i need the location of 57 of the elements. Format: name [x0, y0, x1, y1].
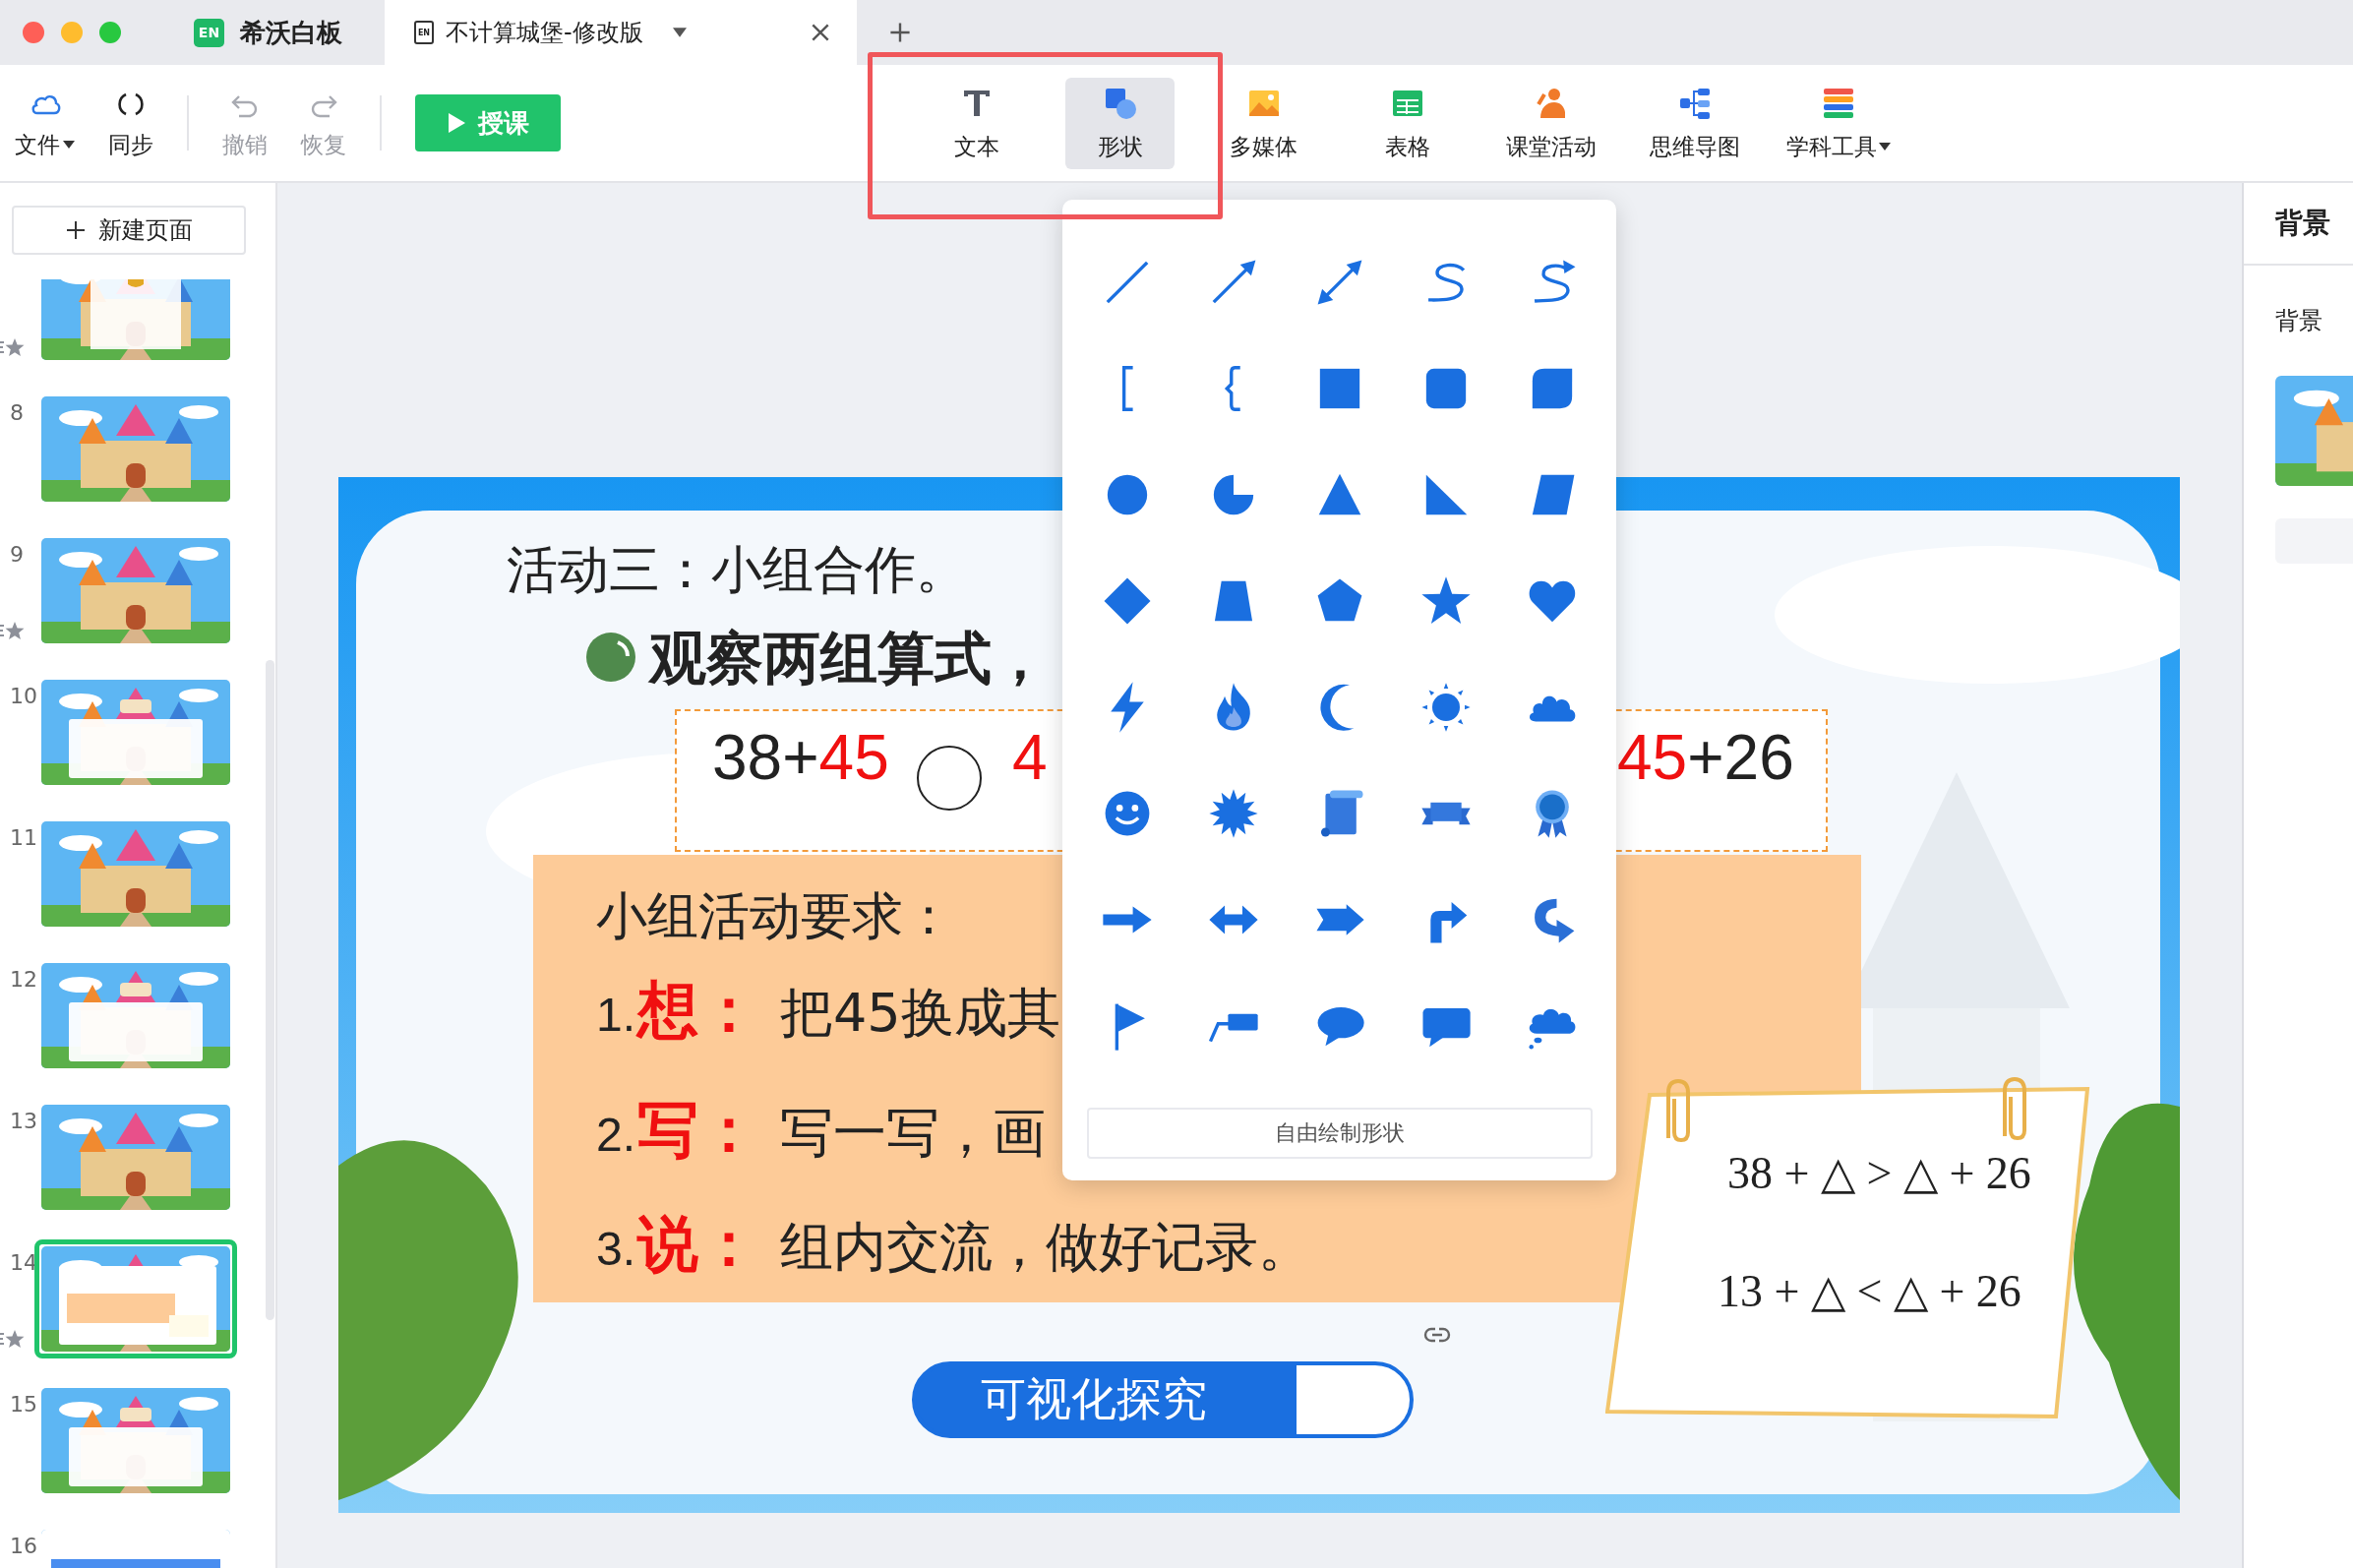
plus-icon [888, 21, 912, 44]
tool-button[interactable]: 形状 [1065, 77, 1175, 169]
scrollbar[interactable] [266, 660, 274, 1320]
slide-number: 11 [9, 825, 38, 850]
panel-title: 背景 [2244, 183, 2353, 266]
explore-button[interactable]: 可视化探究 [912, 1361, 1414, 1438]
window-control-button[interactable] [23, 22, 44, 43]
slide-number: 14 [9, 1250, 38, 1275]
slide-number: 8 [9, 400, 25, 425]
tool-button[interactable]: 多媒体 [1209, 77, 1318, 169]
app-logo: EN [194, 18, 224, 47]
step-keyword: 想： [637, 973, 760, 1048]
tool-button[interactable]: 思维导图 [1640, 77, 1749, 169]
close-icon [810, 22, 831, 43]
slide-title: 活动三：小组合作。 [507, 539, 967, 601]
step-keyword: 说： [637, 1207, 760, 1282]
answer-circle [916, 745, 983, 812]
step-number: 2. [596, 1108, 637, 1162]
step-number: 1. [596, 989, 636, 1042]
toolbar-button[interactable]: 同步 [108, 86, 153, 160]
expression-text: 4 [1012, 721, 1048, 794]
tool-button[interactable]: 表格 [1353, 77, 1462, 169]
slide-number: 16 [9, 1534, 38, 1558]
slide-number: 9 [9, 542, 25, 567]
free-draw-button[interactable]: 自由绘制形状 [1087, 1108, 1593, 1159]
close-button[interactable] [810, 22, 831, 43]
prompt-text: 观察两组算式， [649, 624, 1049, 694]
expression-text: 45+26 [1617, 721, 1794, 794]
new-page-button[interactable]: 新建页面 [12, 206, 246, 255]
slide-number: 15 [9, 1392, 38, 1417]
caret-icon [672, 28, 687, 37]
tool-button[interactable]: 学科工具 [1783, 77, 1893, 169]
step-text: 把45换成其 [780, 981, 1060, 1046]
step-number: 3. [596, 1222, 636, 1276]
tab-title: 不计算城堡-修改版 [446, 18, 643, 48]
new-tab-button[interactable] [888, 21, 912, 44]
step-text: 写一写，画 [780, 1101, 1046, 1166]
requirements-heading: 小组活动要求： [596, 885, 954, 947]
document-icon: EN [414, 21, 434, 44]
play-icon [447, 112, 466, 134]
plus-icon [65, 219, 87, 241]
expression-text: 38+45 [712, 721, 889, 794]
tool-button[interactable]: 文本 [922, 77, 1031, 169]
slide-number: 13 [9, 1109, 38, 1133]
tool-button[interactable]: 课堂活动 [1496, 77, 1605, 169]
note-text: 38 + △ > △ + 26 [1727, 1147, 2031, 1199]
step-text: 组内交流，做好记录。 [780, 1215, 1311, 1280]
document-tab[interactable]: EN 不计算城堡-修改版 [385, 0, 857, 65]
note-text: 13 + △ < △ + 26 [1718, 1265, 2021, 1317]
link-icon[interactable] [1423, 1325, 1451, 1345]
toolbar-button[interactable]: 文件 [15, 86, 75, 160]
slide-number: 12 [9, 967, 38, 992]
slide-number: 10 [9, 684, 38, 708]
section-label: 背景 [2274, 306, 2323, 336]
app-name: 希沃白板 [240, 16, 342, 49]
bullet-ball-icon [584, 631, 637, 684]
step-keyword: 写： [637, 1093, 760, 1168]
